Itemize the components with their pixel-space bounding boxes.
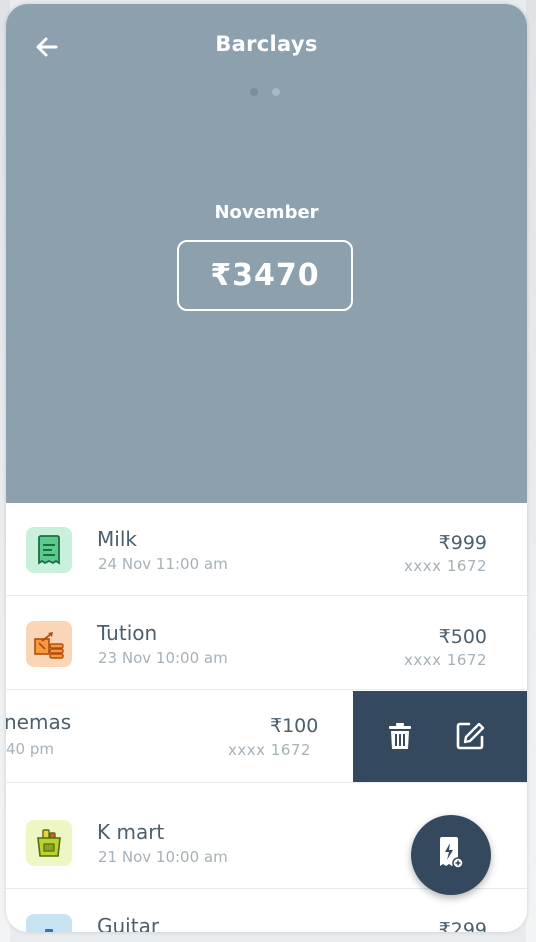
transaction-name: Tution (97, 621, 158, 645)
add-bill-icon (436, 836, 466, 874)
transaction-amount: ₹299 (438, 919, 487, 932)
transaction-row-swiped[interactable]: nemas 40 pm ₹100 xxxx 1672 (6, 691, 527, 783)
card-number: xxxx 1672 (404, 651, 487, 669)
transaction-date: 23 Nov 10:00 am (98, 649, 228, 667)
card-number: xxxx 1672 (228, 741, 311, 759)
transaction-row[interactable]: Tution 23 Nov 10:00 am ₹500 xxxx 1672 (6, 597, 527, 690)
guitar-icon (26, 914, 72, 932)
page-indicator (250, 88, 280, 96)
card-number: xxxx 1672 (404, 557, 487, 575)
transaction-name: nemas (6, 710, 72, 734)
summary-header: Barclays November ₹3470 (6, 4, 527, 503)
transaction-name: Guitar (97, 914, 160, 932)
transaction-date: 40 pm (6, 740, 54, 758)
transaction-name: Milk (97, 527, 137, 551)
page-dot-2[interactable] (272, 88, 280, 96)
add-bill-button[interactable] (411, 815, 491, 895)
transaction-row[interactable]: Guitar ₹299 (6, 890, 527, 932)
page-title: Barclays (215, 32, 318, 56)
transaction-amount: ₹999 (438, 532, 487, 554)
app-screen: Barclays November ₹3470 Milk 24 Nov 11:0… (6, 4, 527, 932)
grocery-icon (26, 820, 72, 866)
trash-icon[interactable] (383, 719, 417, 753)
transaction-date: 24 Nov 11:00 am (98, 555, 228, 573)
month-label: November (214, 202, 319, 223)
background-right (526, 0, 536, 942)
total-amount: ₹3470 (177, 240, 353, 311)
transaction-name: K mart (97, 820, 165, 844)
transaction-row[interactable]: Milk 24 Nov 11:00 am ₹999 xxxx 1672 (6, 503, 527, 596)
transaction-amount: ₹100 (270, 715, 319, 737)
transaction-date: 21 Nov 10:00 am (98, 848, 228, 866)
education-icon (26, 621, 72, 667)
edit-icon[interactable] (453, 719, 487, 753)
page-dot-1[interactable] (250, 88, 258, 96)
receipt-icon (26, 527, 72, 573)
transaction-amount: ₹500 (438, 626, 487, 648)
swipe-action-panel (353, 691, 527, 782)
